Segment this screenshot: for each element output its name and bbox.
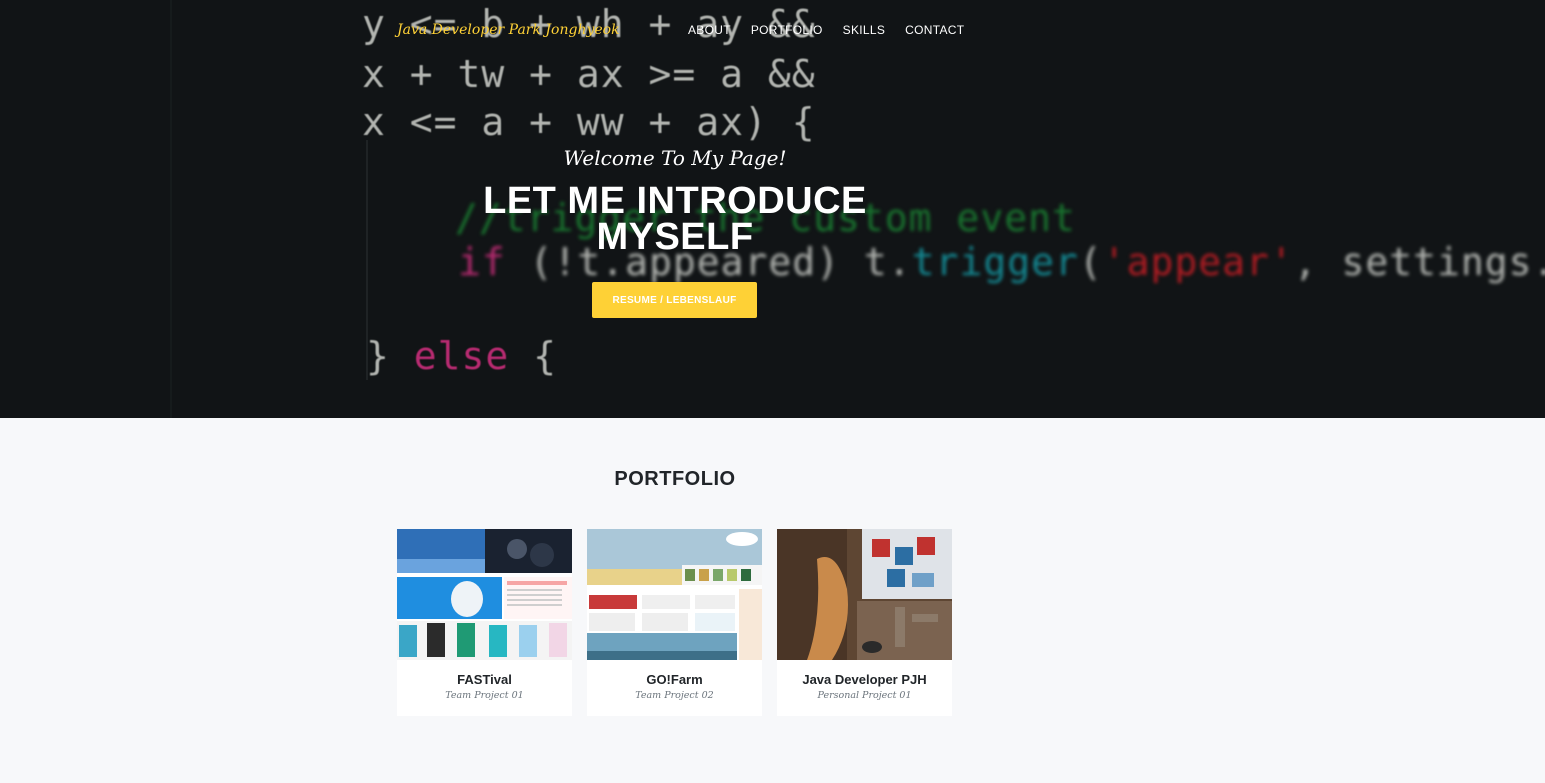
nav-item-about[interactable]: ABOUT <box>688 23 731 37</box>
nav-item-portfolio[interactable]: PORTFOLIO <box>751 23 823 37</box>
hero-headline: LET ME INTRODUCE MYSELF <box>483 180 867 258</box>
card-title: FASTival <box>457 672 512 687</box>
card-subtitle: Team Project 02 <box>635 690 714 701</box>
portfolio-card-java-developer[interactable]: Java Developer PJH Personal Project 01 <box>777 529 952 716</box>
main-nav: ABOUT PORTFOLIO SKILLS CONTACT <box>688 23 984 37</box>
brand-logo[interactable]: Java Developer Park Jonghyeok <box>397 22 620 38</box>
portfolio-card-gofarm[interactable]: GO!Farm Team Project 02 <box>587 529 762 716</box>
card-title: GO!Farm <box>646 672 703 687</box>
portfolio-card-fastival[interactable]: FASTival Team Project 01 <box>397 529 572 716</box>
fastival-thumbnail <box>397 529 572 660</box>
card-subtitle: Team Project 01 <box>445 690 524 701</box>
nav-item-contact[interactable]: CONTACT <box>905 23 964 37</box>
card-title: Java Developer PJH <box>802 672 927 687</box>
hero-section: y <= b + wh + ay && x + tw + ax >= a && … <box>0 0 1545 418</box>
portfolio-title: PORTFOLIO <box>614 468 736 490</box>
nav-item-skills[interactable]: SKILLS <box>843 23 886 37</box>
resume-button[interactable]: RESUME / LEBENSLAUF <box>592 282 757 318</box>
java-developer-thumbnail <box>777 529 952 660</box>
gofarm-thumbnail <box>587 529 762 660</box>
card-subtitle: Personal Project 01 <box>817 690 912 701</box>
welcome-text: Welcome To My Page! <box>563 146 787 170</box>
